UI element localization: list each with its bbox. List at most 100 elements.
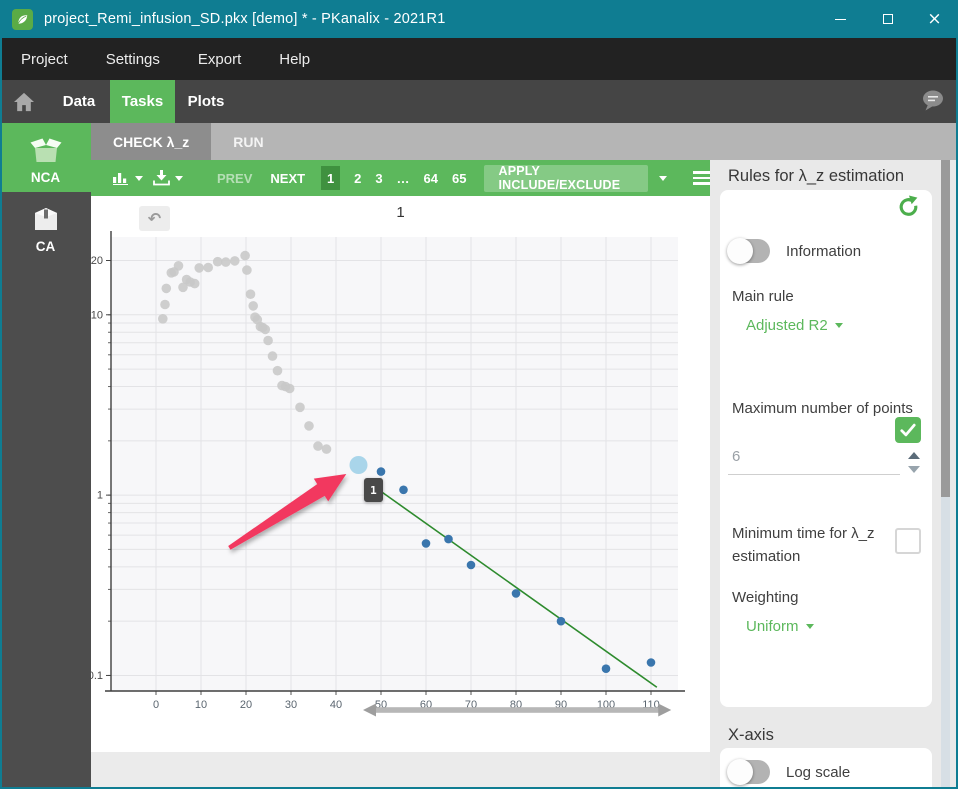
page-ellipsis: … — [396, 170, 410, 186]
weighting-label: Weighting — [732, 589, 799, 606]
plot-type-button[interactable] — [113, 171, 143, 185]
tab-data[interactable]: Data — [48, 80, 110, 123]
home-button[interactable] — [0, 80, 48, 123]
sub-tab-bar: CHECK λ_z RUN — [91, 123, 958, 160]
maximize-button[interactable] — [864, 0, 911, 38]
spin-down-icon[interactable] — [908, 466, 920, 473]
apply-include-exclude-button[interactable]: APPLY INCLUDE/EXCLUDE — [484, 164, 648, 192]
lambda-z-point[interactable] — [466, 560, 476, 570]
profile-point-excluded[interactable] — [242, 265, 252, 275]
svg-text:20: 20 — [91, 255, 103, 267]
log-scale-label: Log scale — [786, 763, 851, 781]
page-list: 1 2 3 … 64 65 — [321, 166, 466, 190]
page-button-1[interactable]: 1 — [321, 166, 341, 190]
profile-point-excluded[interactable] — [267, 351, 278, 361]
spin-up-icon[interactable] — [908, 452, 920, 459]
lambda-z-point[interactable] — [556, 616, 566, 626]
minimize-icon — [835, 18, 846, 20]
open-box-icon — [30, 138, 61, 162]
svg-text:0: 0 — [153, 699, 159, 711]
profile-point-excluded[interactable] — [173, 261, 184, 271]
max-points-checkbox[interactable] — [895, 417, 921, 443]
bar-chart-icon — [113, 173, 128, 185]
tab-check-lambda-z[interactable]: CHECK λ_z — [91, 123, 212, 160]
profile-point-excluded[interactable] — [248, 301, 258, 311]
lambda-z-point[interactable] — [399, 485, 408, 495]
plot-toolbar: PREV NEXT 1 2 3 … 64 65 APPLY INCLUDE/EXCLUDE — [91, 160, 710, 196]
profile-point-excluded[interactable] — [240, 250, 250, 261]
close-button[interactable]: × — [911, 0, 958, 38]
log-scale-toggle[interactable] — [727, 759, 770, 785]
toggle-knob — [727, 238, 753, 264]
max-points-input[interactable]: 6 — [728, 448, 900, 475]
min-time-checkbox[interactable] — [895, 528, 921, 554]
tab-run[interactable]: RUN — [211, 123, 285, 160]
profile-point-excluded[interactable] — [194, 263, 204, 273]
menu-help[interactable]: Help — [279, 51, 310, 68]
plot-menu-button[interactable] — [693, 171, 710, 185]
slider-right-arrow-icon[interactable] — [658, 703, 672, 717]
main-content: ↶ 1 0102030405060708090100110201010.1 1 — [91, 196, 710, 789]
profile-point-excluded[interactable] — [321, 444, 332, 454]
menu-settings[interactable]: Settings — [106, 51, 160, 68]
chevron-down-icon — [805, 624, 814, 629]
lambda-z-point[interactable] — [646, 658, 656, 667]
profile-point-excluded[interactable] — [189, 278, 200, 289]
window-title: project_Remi_infusion_SD.pkx [demo] * - … — [44, 11, 446, 27]
x-axis-section-title: X-axis — [728, 726, 774, 744]
profile-point-excluded[interactable] — [221, 257, 231, 267]
information-toggle[interactable] — [727, 238, 770, 264]
export-plot-button[interactable] — [153, 170, 183, 186]
menu-export[interactable]: Export — [198, 51, 241, 68]
x-range-slider[interactable] — [375, 707, 660, 713]
prev-page-button[interactable]: PREV — [217, 171, 252, 186]
check-icon — [900, 423, 916, 437]
slider-left-arrow-icon[interactable] — [363, 703, 376, 717]
feedback-button[interactable] — [921, 89, 945, 118]
profile-point-excluded[interactable] — [245, 289, 256, 299]
page-button-2[interactable]: 2 — [354, 171, 361, 186]
panel-scrollbar-thumb[interactable] — [941, 160, 950, 497]
profile-point-excluded[interactable] — [158, 314, 168, 324]
profile-point-excluded[interactable] — [304, 421, 314, 431]
max-points-stepper[interactable] — [908, 452, 920, 473]
main-rule-dropdown[interactable]: Adjusted R2 — [746, 317, 843, 334]
tab-plots[interactable]: Plots — [175, 80, 237, 123]
profile-point-excluded[interactable] — [203, 262, 213, 273]
chat-bubble-icon — [923, 90, 943, 111]
lambda-z-point[interactable] — [444, 534, 453, 544]
lambda-z-point[interactable] — [511, 589, 521, 598]
profile-point-excluded[interactable] — [263, 335, 273, 346]
panel-title: Rules for λ_z estimation — [728, 167, 905, 185]
minimize-button[interactable] — [817, 0, 864, 38]
lambda-z-point[interactable] — [376, 467, 386, 476]
sidebar-item-ca[interactable]: CA — [0, 192, 91, 261]
page-button-64[interactable]: 64 — [424, 171, 438, 186]
lambda-z-point[interactable] — [601, 664, 611, 673]
svg-text:10: 10 — [91, 309, 103, 321]
page-button-65[interactable]: 65 — [452, 171, 466, 186]
chart-svg[interactable]: 0102030405060708090100110201010.1 — [91, 196, 710, 752]
reset-button[interactable] — [897, 195, 920, 223]
profile-point-excluded[interactable] — [284, 383, 295, 394]
weighting-value: Uniform — [746, 618, 799, 635]
apply-dropdown-caret-icon[interactable] — [659, 175, 667, 181]
sidebar-item-nca[interactable]: NCA — [0, 123, 91, 192]
profile-point-excluded[interactable] — [161, 283, 172, 294]
download-icon — [153, 170, 170, 186]
weighting-dropdown[interactable]: Uniform — [746, 618, 814, 635]
lambda-z-point[interactable] — [421, 539, 431, 548]
menu-project[interactable]: Project — [21, 51, 68, 68]
main-rule-value: Adjusted R2 — [746, 317, 828, 334]
page-button-3[interactable]: 3 — [375, 171, 382, 186]
profile-point-excluded[interactable] — [160, 299, 170, 310]
profile-point-excluded[interactable] — [260, 324, 271, 335]
next-page-button[interactable]: NEXT — [270, 171, 305, 186]
profile-point-excluded[interactable] — [272, 365, 283, 376]
profile-point-excluded[interactable] — [313, 441, 323, 451]
menu-bar: Project Settings Export Help — [0, 38, 958, 80]
profile-point-excluded[interactable] — [295, 402, 305, 413]
highlighted-point[interactable] — [349, 456, 368, 474]
profile-point-excluded[interactable] — [230, 256, 240, 266]
tab-tasks[interactable]: Tasks — [110, 80, 175, 123]
